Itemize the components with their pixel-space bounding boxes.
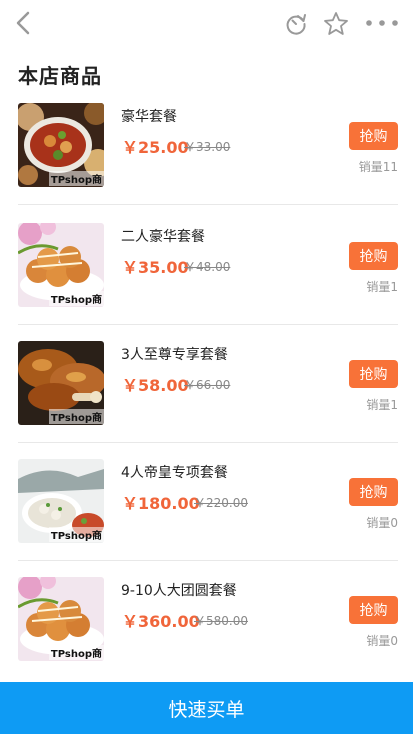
divider <box>18 204 398 205</box>
product-original-price: ￥66.00 <box>184 378 231 392</box>
product-original-price: ￥33.00 <box>184 140 231 154</box>
product-price: ￥25.00 <box>122 138 189 157</box>
product-item[interactable]: TPshop商 二人豪华套餐 ￥35.00 ￥48.00 抢购 销量1 <box>0 220 413 338</box>
buy-button[interactable]: 抢购 <box>349 596 398 624</box>
product-image[interactable]: TPshop商 <box>18 103 104 187</box>
product-sales: 销量1 <box>366 280 398 294</box>
buy-button[interactable]: 抢购 <box>349 122 398 150</box>
product-image[interactable]: TPshop商 <box>18 341 104 425</box>
product-sales: 销量1 <box>366 398 398 412</box>
product-sales: 销量0 <box>366 516 398 530</box>
buy-button[interactable]: 抢购 <box>349 478 398 506</box>
product-name[interactable]: 9-10人大团圆套餐 <box>121 580 237 600</box>
product-sales: 销量0 <box>366 634 398 648</box>
section-title: 本店商品 <box>18 64 102 88</box>
product-original-price: ￥220.00 <box>194 496 248 510</box>
image-watermark: TPshop商 <box>48 171 104 186</box>
product-original-price: ￥48.00 <box>184 260 231 274</box>
product-image[interactable]: TPshop商 <box>18 459 104 543</box>
product-original-price: ￥580.00 <box>194 614 248 628</box>
product-image[interactable]: TPshop商 <box>18 577 104 661</box>
product-name[interactable]: 二人豪华套餐 <box>121 226 205 246</box>
divider <box>18 324 398 325</box>
image-watermark: TPshop商 <box>48 291 104 306</box>
product-sales: 销量11 <box>358 160 398 174</box>
product-price: ￥180.00 <box>122 494 200 513</box>
product-price: ￥35.00 <box>122 258 189 277</box>
product-name[interactable]: 豪华套餐 <box>121 106 177 126</box>
product-item[interactable]: TPshop商 9-10人大团圆套餐 ￥360.00 ￥580.00 抢购 销量… <box>0 574 413 692</box>
product-price: ￥360.00 <box>122 612 200 631</box>
product-name[interactable]: 3人至尊专享套餐 <box>121 344 228 364</box>
product-item[interactable]: TPshop商 豪华套餐 ￥25.00 ￥33.00 抢购 销量11 <box>0 100 413 218</box>
star-icon[interactable] <box>323 11 349 37</box>
product-item[interactable]: TPshop商 4人帝皇专项套餐 ￥180.00 ￥220.00 抢购 销量0 <box>0 456 413 574</box>
image-watermark: TPshop商 <box>48 527 104 542</box>
image-watermark: TPshop商 <box>48 645 104 660</box>
product-item[interactable]: TPshop商 3人至尊专享套餐 ￥58.00 ￥66.00 抢购 销量1 <box>0 338 413 456</box>
product-image[interactable]: TPshop商 <box>18 223 104 307</box>
back-arrow-icon[interactable] <box>12 10 36 36</box>
top-bar <box>0 0 413 48</box>
divider <box>18 442 398 443</box>
buy-button[interactable]: 抢购 <box>349 242 398 270</box>
product-price: ￥58.00 <box>122 376 189 395</box>
divider <box>18 560 398 561</box>
buy-button[interactable]: 抢购 <box>349 360 398 388</box>
quick-order-button[interactable]: 快速买单 <box>0 682 413 734</box>
image-watermark: TPshop商 <box>48 409 104 424</box>
product-name[interactable]: 4人帝皇专项套餐 <box>121 462 228 482</box>
more-dots-icon[interactable] <box>364 13 400 33</box>
refresh-icon[interactable] <box>284 12 308 36</box>
